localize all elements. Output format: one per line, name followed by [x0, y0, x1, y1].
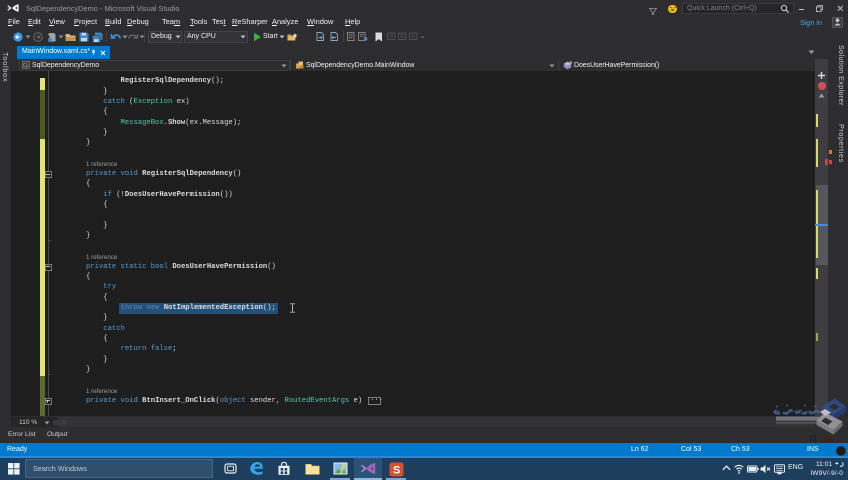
svg-text:S: S: [393, 464, 400, 476]
